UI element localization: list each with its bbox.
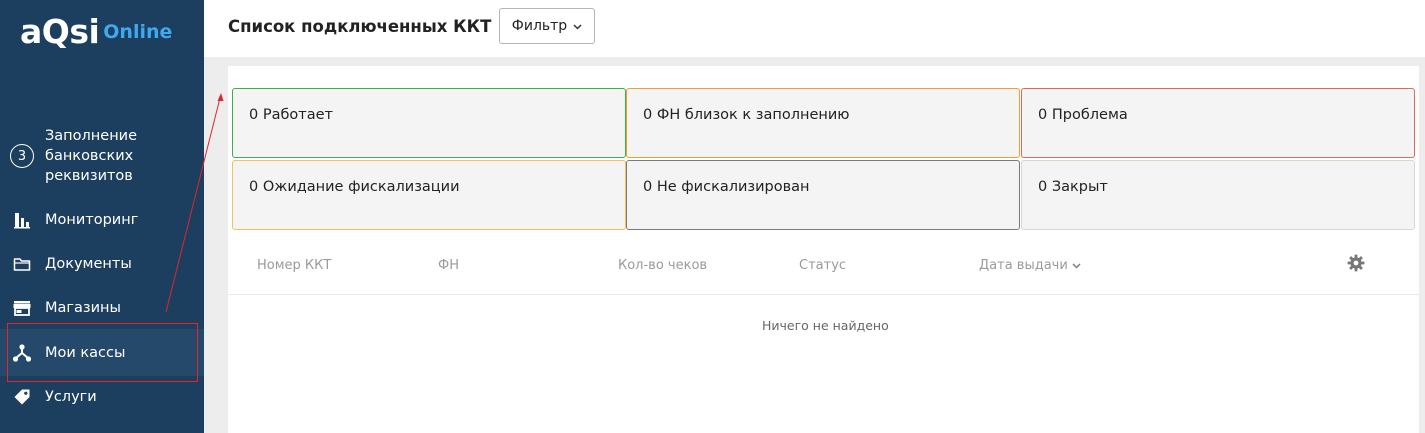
sidebar-item-label: Магазины: [45, 300, 121, 316]
column-header-label: Дата выдачи: [979, 258, 1068, 273]
sidebar-item-documents[interactable]: Документы: [0, 244, 204, 284]
status-card-awaiting-fiscalization[interactable]: 0 Ожидание фискализации: [232, 160, 626, 230]
network-icon: [10, 343, 34, 363]
status-card-closed[interactable]: 0 Закрыт: [1021, 160, 1415, 230]
sidebar-item-label: Мониторинг: [45, 212, 139, 228]
status-label: Проблема: [1051, 107, 1128, 123]
status-count: 0: [1038, 179, 1048, 195]
status-label: Ожидание фискализации: [262, 179, 460, 195]
folder-icon: [10, 256, 34, 272]
chevron-down-icon: [573, 18, 582, 34]
bar-chart-icon: [10, 211, 34, 229]
status-card-not-fiscalized[interactable]: 0 Не фискализирован: [626, 160, 1020, 230]
sidebar-item-my-registers[interactable]: Мои кассы: [0, 329, 204, 376]
status-label: Работает: [262, 107, 333, 123]
status-count: 0: [249, 107, 259, 123]
column-header-kkt-number[interactable]: Номер ККТ: [257, 258, 331, 273]
status-card-fn-near-full[interactable]: 0 ФН близок к заполнению: [626, 88, 1020, 158]
sidebar-item-stores[interactable]: Магазины: [0, 288, 204, 328]
status-count: 0: [1038, 107, 1048, 123]
column-header-issue-date[interactable]: Дата выдачи: [979, 258, 1081, 273]
tag-icon: [10, 388, 34, 406]
gear-icon[interactable]: [1347, 254, 1365, 276]
filter-button-label: Фильтр: [511, 18, 568, 34]
page-title: Список подключенных ККТ: [228, 17, 492, 36]
status-count: 0: [249, 179, 259, 195]
status-label: ФН близок к заполнению: [656, 107, 850, 123]
sidebar-item-label-line: Заполнение: [45, 128, 138, 144]
column-header-receipts-count[interactable]: Кол-во чеков: [618, 258, 707, 273]
header: Список подключенных ККТ Фильтр: [204, 0, 1425, 57]
sidebar-item-label: Услуги: [45, 389, 97, 405]
empty-state-text: Ничего не найдено: [762, 318, 889, 333]
sidebar-item-monitoring[interactable]: Мониторинг: [0, 200, 204, 240]
logo[interactable]: aQsi Online: [20, 12, 172, 52]
status-count: 0: [643, 179, 653, 195]
column-header-status[interactable]: Статус: [799, 258, 846, 273]
sidebar-item-label-line: реквизитов: [45, 168, 133, 184]
sidebar-item-services[interactable]: Услуги: [0, 377, 204, 417]
column-header-fn[interactable]: ФН: [438, 258, 459, 273]
logo-online: Online: [103, 21, 173, 43]
sidebar-item-bank-details[interactable]: 3 Заполнение банковских реквизитов: [0, 125, 204, 187]
store-icon: [10, 299, 34, 317]
sidebar: aQsi Online 3 Заполнение банковских рекв…: [0, 0, 204, 433]
sidebar-item-label: Мои кассы: [45, 344, 126, 361]
status-label: Закрыт: [1051, 179, 1108, 195]
sort-chevron-down-icon: [1072, 258, 1081, 273]
filter-button[interactable]: Фильтр: [499, 8, 595, 44]
step-number-icon: 3: [10, 144, 34, 168]
status-label: Не фискализирован: [656, 179, 810, 195]
table-divider: [228, 294, 1419, 295]
logo-main: aQsi: [20, 12, 100, 51]
sidebar-item-label-line: банковских: [45, 148, 134, 164]
status-count: 0: [643, 107, 653, 123]
sidebar-item-label: Документы: [45, 256, 132, 272]
status-card-problem[interactable]: 0 Проблема: [1021, 88, 1415, 158]
status-card-working[interactable]: 0 Работает: [232, 88, 626, 158]
